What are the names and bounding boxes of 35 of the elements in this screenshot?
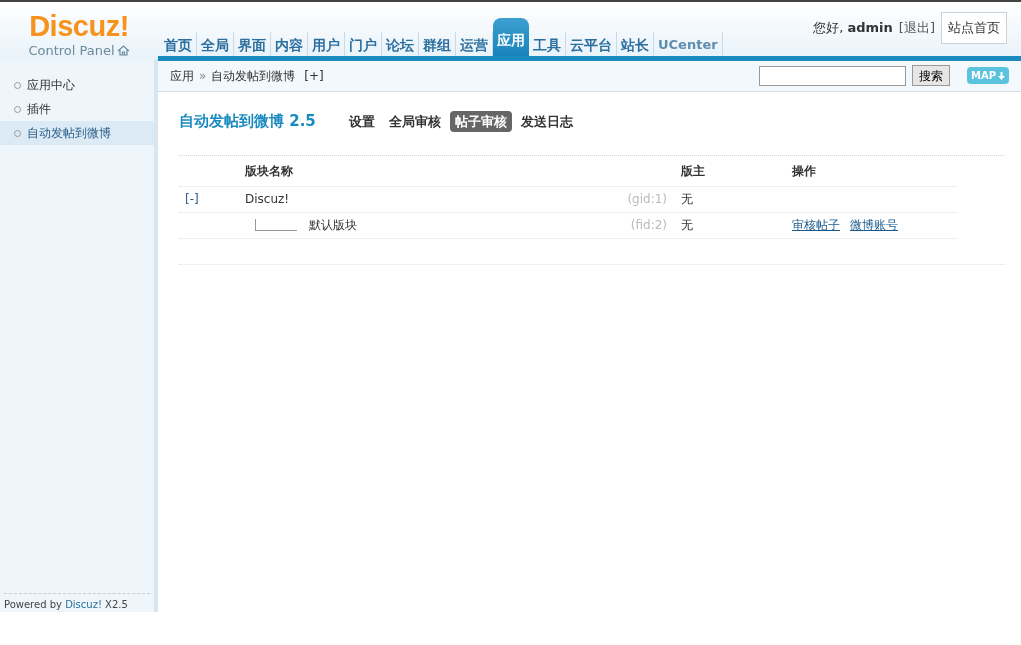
forum-name: Discuz! xyxy=(245,191,290,208)
column-header: 版主 xyxy=(681,162,706,180)
search-field[interactable] xyxy=(758,65,906,86)
logo-subtitle: Control Panel xyxy=(28,41,130,61)
forum-id: (gid:1) xyxy=(626,191,668,208)
collapse-toggle[interactable]: [-] xyxy=(179,192,199,206)
column-header: 版块名称 xyxy=(245,162,294,180)
column-header: 操作 xyxy=(792,162,817,180)
plugin-tab[interactable]: 全局审核 xyxy=(383,110,446,132)
powered-by-text: Powered by Discuz! X2.5 xyxy=(4,593,150,612)
moderator-cell-text: 无 xyxy=(681,217,694,234)
forum-name: 默认版块 xyxy=(309,217,357,234)
action-link[interactable]: 审核帖子 xyxy=(792,218,840,232)
logout-link[interactable]: [退出] xyxy=(898,18,935,38)
sidebar-item[interactable]: 插件 xyxy=(0,97,154,121)
plugin-tab[interactable]: 设置 xyxy=(343,110,380,132)
breadcrumb-separator: » xyxy=(199,67,207,85)
home-icon xyxy=(116,45,130,57)
sidebar-item[interactable]: 自动发帖到微博 xyxy=(0,121,154,145)
site-home-button[interactable]: 站点首页 xyxy=(941,12,1007,44)
greeting-text: 您好, admin xyxy=(813,19,893,37)
moderator-cell-text: 无 xyxy=(681,191,694,208)
sidebar-item[interactable]: 应用中心 xyxy=(0,73,154,97)
plugin-tab[interactable]: 发送日志 xyxy=(515,110,578,132)
forum-id: (fid:2) xyxy=(629,217,668,234)
brand-link[interactable]: Discuz! xyxy=(65,599,102,610)
plugin-title: 自动发帖到微博 2.5 xyxy=(179,111,316,132)
search-button[interactable]: 搜索 xyxy=(911,65,950,86)
action-link[interactable]: 微博账号 xyxy=(850,218,898,232)
tree-line-icon xyxy=(255,219,297,231)
breadcrumb-item[interactable]: 自动发帖到微博 xyxy=(211,66,296,85)
down-arrow-icon xyxy=(998,71,1005,80)
favorite-toggle[interactable]: [+] xyxy=(304,66,324,85)
plugin-tab[interactable]: 帖子审核 xyxy=(449,110,512,132)
breadcrumb-item[interactable]: 应用 xyxy=(170,66,194,85)
